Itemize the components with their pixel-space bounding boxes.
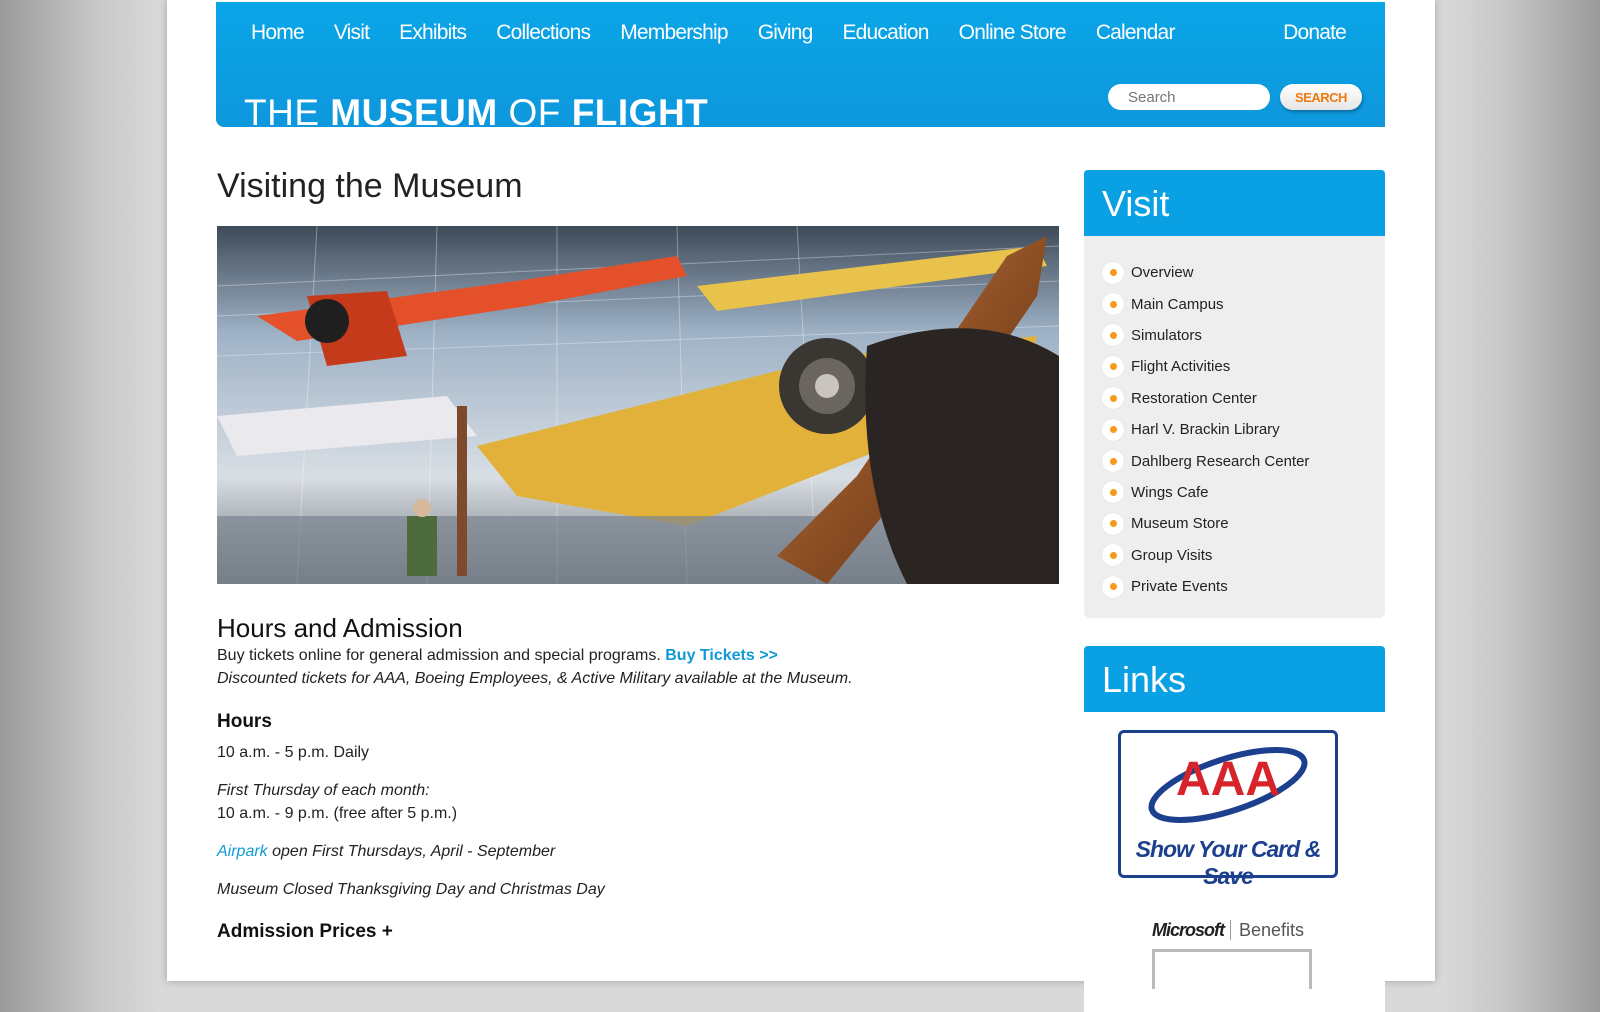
aaa-logo-text: AAA: [1176, 753, 1280, 806]
bullet-icon: [1102, 261, 1124, 284]
visit-item-label: Overview: [1131, 264, 1194, 282]
logo-museum: MUSEUM: [330, 92, 498, 127]
bullet-icon: [1102, 481, 1124, 504]
visit-item-simulators[interactable]: Simulators: [1102, 320, 1385, 351]
discount-note: Discounted tickets for AAA, Boeing Emplo…: [217, 670, 853, 687]
logo-the: THE: [244, 92, 331, 127]
site-header: Home Visit Exhibits Collections Membersh…: [216, 2, 1385, 127]
links-body: AAA Show Your Card & Save Microsoft Benef…: [1084, 712, 1385, 1012]
page-title: Visiting the Museum: [217, 167, 523, 205]
visit-item-label: Restoration Center: [1131, 389, 1257, 407]
bullet-icon: [1102, 544, 1124, 567]
visit-item-group-visits[interactable]: Group Visits: [1102, 540, 1385, 571]
microsoft-benefits-label: Benefits: [1230, 920, 1305, 940]
visit-item-label: Simulators: [1131, 326, 1202, 344]
visit-item-label: Dahlberg Research Center: [1131, 452, 1310, 470]
bullet-icon: [1102, 512, 1124, 535]
aaa-tagline: Show Your Card & Save: [1135, 836, 1322, 889]
visit-item-restoration-center[interactable]: Restoration Center: [1102, 383, 1385, 414]
nav-collections[interactable]: Collections: [496, 21, 591, 45]
nav-exhibits[interactable]: Exhibits: [399, 21, 467, 45]
search-button[interactable]: SEARCH: [1280, 84, 1362, 110]
admission-prices-toggle[interactable]: Admission Prices +: [217, 921, 393, 943]
nav-calendar[interactable]: Calendar: [1096, 21, 1176, 45]
visit-item-museum-store[interactable]: Museum Store: [1102, 508, 1385, 539]
nav-online-store[interactable]: Online Store: [959, 21, 1067, 45]
buy-tickets-line: Buy tickets online for general admission…: [217, 647, 778, 665]
nav-giving[interactable]: Giving: [758, 21, 814, 45]
bullet-icon: [1102, 450, 1124, 473]
visit-box-title: Visit: [1084, 170, 1385, 236]
aaa-logo-icon: AAA: [1148, 747, 1308, 823]
visit-item-label: Main Campus: [1131, 295, 1224, 313]
visit-item-label: Private Events: [1131, 578, 1228, 596]
hours-daily: 10 a.m. - 5 p.m. Daily: [217, 744, 370, 761]
hours-heading: Hours: [217, 711, 272, 732]
bullet-icon: [1102, 387, 1124, 410]
visit-item-private-events[interactable]: Private Events: [1102, 571, 1385, 602]
bullet-icon: [1102, 324, 1124, 347]
sidebar: Visit Overview Main Campus Simulators Fl…: [1084, 170, 1385, 1012]
first-thursday-hours: 10 a.m. - 9 p.m. (free after 5 p.m.): [217, 805, 458, 822]
visit-item-research-center[interactable]: Dahlberg Research Center: [1102, 445, 1385, 476]
logo-of: OF: [497, 92, 572, 127]
visit-item-flight-activities[interactable]: Flight Activities: [1102, 351, 1385, 382]
search-input[interactable]: [1108, 84, 1270, 110]
visit-item-label: Group Visits: [1131, 546, 1213, 564]
airpark-text: open First Thursdays, April - September: [267, 843, 556, 860]
visit-item-main-campus[interactable]: Main Campus: [1102, 288, 1385, 319]
microsoft-card-graphic: [1152, 949, 1312, 989]
visit-menu: Overview Main Campus Simulators Flight A…: [1084, 236, 1385, 618]
page-container: Home Visit Exhibits Collections Membersh…: [167, 0, 1435, 1012]
aaa-banner[interactable]: AAA Show Your Card & Save: [1118, 730, 1338, 889]
links-box-title: Links: [1084, 646, 1385, 712]
visit-item-overview[interactable]: Overview: [1102, 257, 1385, 288]
donate-link[interactable]: Donate: [1283, 21, 1347, 45]
microsoft-brand: Microsoft: [1152, 920, 1225, 940]
buy-tickets-text: Buy tickets online for general admission…: [217, 647, 661, 664]
airpark-link[interactable]: Airpark: [217, 843, 268, 860]
logo-flight: FLIGHT: [571, 92, 709, 127]
nav-visit[interactable]: Visit: [334, 21, 370, 45]
closed-days-note: Museum Closed Thanksgiving Day and Chris…: [217, 881, 605, 898]
links-box: Links AAA Show Your Card & Save Microsof…: [1084, 646, 1385, 1012]
buy-tickets-link[interactable]: Buy Tickets >>: [665, 647, 778, 664]
visit-item-label: Harl V. Brackin Library: [1131, 421, 1280, 439]
main-nav: Home Visit Exhibits Collections Membersh…: [251, 21, 1205, 45]
hours-admission-heading: Hours and Admission: [217, 613, 463, 643]
visit-item-wings-cafe[interactable]: Wings Cafe: [1102, 477, 1385, 508]
first-thursday-label: First Thursday of each month:: [217, 782, 430, 799]
visit-item-label: Museum Store: [1131, 515, 1229, 533]
visit-item-label: Wings Cafe: [1131, 483, 1209, 501]
visit-item-library[interactable]: Harl V. Brackin Library: [1102, 414, 1385, 445]
bullet-icon: [1102, 575, 1124, 598]
visit-box: Visit Overview Main Campus Simulators Fl…: [1084, 170, 1385, 619]
microsoft-benefits-logo[interactable]: Microsoft Benefits: [1152, 920, 1305, 941]
nav-home[interactable]: Home: [251, 21, 305, 45]
nav-membership[interactable]: Membership: [620, 21, 728, 45]
bullet-icon: [1102, 355, 1124, 378]
aircraft-hall-illustration: [217, 226, 1059, 584]
bullet-icon: [1102, 293, 1124, 316]
visit-item-label: Flight Activities: [1131, 358, 1231, 376]
hero-image: [217, 226, 1059, 584]
nav-education[interactable]: Education: [842, 21, 929, 45]
bullet-icon: [1102, 418, 1124, 441]
site-logo[interactable]: THE MUSEUM OF FLIGHT: [244, 92, 708, 127]
airpark-line: Airpark open First Thursdays, April - Se…: [217, 843, 555, 861]
